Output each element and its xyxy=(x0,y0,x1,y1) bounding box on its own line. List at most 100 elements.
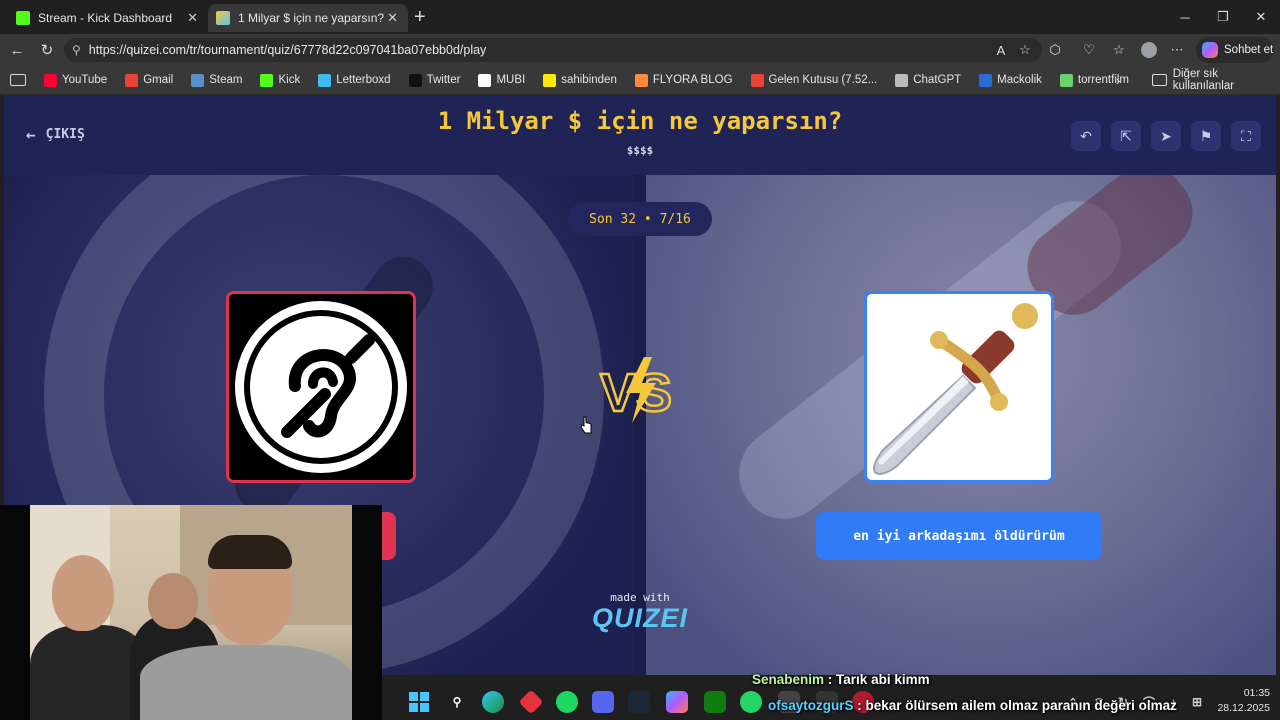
share-button[interactable]: ⇱ xyxy=(1111,121,1141,151)
hearing-impaired-icon xyxy=(229,294,413,480)
right-option-card[interactable] xyxy=(864,291,1054,483)
dagger-icon xyxy=(867,294,1051,480)
read-aloud-icon[interactable]: A xyxy=(990,40,1012,60)
reload-icon[interactable]: ↻ xyxy=(36,40,58,60)
bookmark-item[interactable]: ChatGPT xyxy=(895,73,961,87)
bookmark-item[interactable]: Gmail xyxy=(125,73,173,87)
bookmark-label: Mackolik xyxy=(997,74,1042,86)
browser-essentials-icon[interactable]: ♡ xyxy=(1078,40,1100,60)
discord-icon[interactable] xyxy=(592,691,614,713)
back-arrow-icon[interactable]: ← xyxy=(6,40,28,60)
left-option-card[interactable] xyxy=(226,291,416,483)
bookmark-favicon-icon xyxy=(318,73,332,87)
browser-tab-bar: Stream - Kick Dashboard ✕ 1 Milyar $ içi… xyxy=(0,0,1280,34)
quiz-header: ← ÇIKIŞ 1 Milyar $ için ne yaparsın? $$$… xyxy=(4,95,1276,175)
bookmark-item[interactable]: YouTube xyxy=(44,73,108,87)
collections-icon[interactable]: ☆ xyxy=(1108,40,1130,60)
report-button[interactable]: ⚑ xyxy=(1191,121,1221,151)
bookmark-item[interactable]: MUBI xyxy=(478,73,525,87)
edge-icon[interactable] xyxy=(482,691,504,713)
close-icon[interactable]: ✕ xyxy=(187,10,198,26)
other-bookmarks-label: Diğer sık kullanılanlar xyxy=(1172,68,1235,92)
new-tab-button[interactable]: + xyxy=(414,6,426,29)
bookmark-favicon-icon xyxy=(408,73,422,87)
share-icon: ⇱ xyxy=(1120,127,1132,144)
round-indicator: Son 32 • 7/16 xyxy=(568,202,712,236)
bookmark-label: Letterboxd xyxy=(336,74,391,86)
windows-start-icon[interactable] xyxy=(408,691,430,713)
copilot-icon xyxy=(1202,42,1218,58)
bookmarks-bar: YouTube Gmail Steam Kick Letterboxd Twitter MU… xyxy=(0,66,1280,95)
clock-date: 28.12.2025 xyxy=(1217,702,1270,714)
bookmark-favicon-icon xyxy=(44,73,57,87)
bookmark-item[interactable]: sahibinden xyxy=(543,73,617,87)
chat-username: ofsaytozgurS xyxy=(768,698,854,713)
right-option-button[interactable]: en iyi arkadaşımı öldürürüm xyxy=(816,512,1102,560)
send-icon: ➤ xyxy=(1160,127,1172,144)
copilot-app-icon[interactable] xyxy=(666,691,688,713)
send-button[interactable]: ➤ xyxy=(1151,121,1181,151)
window-close-icon[interactable]: ✕ xyxy=(1242,0,1280,34)
tab-title: Stream - Kick Dashboard xyxy=(38,11,173,25)
extensions-icon[interactable]: ⬡ xyxy=(1044,40,1066,60)
bookmark-label: Steam xyxy=(209,74,243,86)
folder-icon xyxy=(1152,74,1167,86)
address-bar[interactable]: ⚲ https://quizei.com/tr/tournament/quiz/… xyxy=(64,38,1042,62)
profile-avatar[interactable] xyxy=(1138,40,1160,60)
browser-toolbar: ← ↻ ⚲ https://quizei.com/tr/tournament/q… xyxy=(0,34,1280,66)
more-menu-icon[interactable]: ⋯ xyxy=(1166,40,1188,60)
window-controls: ─ ❐ ✕ xyxy=(1166,0,1280,34)
bookmark-list: YouTube Gmail Steam Kick Letterboxd Twitter MU… xyxy=(44,73,1147,87)
tab-title: 1 Milyar $ için ne yaparsın? - Tier L xyxy=(238,11,388,25)
undo-button[interactable]: ↶ xyxy=(1071,121,1101,151)
bookmark-item[interactable]: Letterboxd xyxy=(318,73,391,87)
xbox-icon[interactable] xyxy=(704,691,726,713)
restore-icon[interactable]: ❐ xyxy=(1204,0,1242,34)
fullscreen-button[interactable]: ⛶ xyxy=(1231,121,1261,151)
person-left-head xyxy=(52,555,114,631)
person-right-body xyxy=(140,645,352,720)
whatsapp-icon[interactable] xyxy=(740,691,762,713)
bookmark-favicon-icon xyxy=(1059,73,1073,87)
minimize-icon[interactable]: ─ xyxy=(1166,0,1204,34)
bookmark-label: YouTube xyxy=(62,74,108,86)
site-info-icon[interactable]: ⚲ xyxy=(72,43,81,57)
search-icon[interactable]: ⚲ xyxy=(446,691,468,713)
other-bookmarks[interactable]: Diğer sık kullanılanlar xyxy=(1152,68,1280,92)
bookmark-item[interactable]: Kick xyxy=(260,73,301,87)
bookmark-favicon-icon xyxy=(260,73,274,87)
copilot-button[interactable]: Sohbet et xyxy=(1196,37,1274,63)
chat-text: Tarık abi kimm xyxy=(836,672,930,687)
app-red-icon[interactable] xyxy=(518,689,544,715)
steam-icon[interactable] xyxy=(628,691,650,713)
chevron-right-icon[interactable]: › xyxy=(1116,73,1120,88)
versus-icon: VS xyxy=(599,357,673,424)
system-clock[interactable]: 01:35 28.12.2025 xyxy=(1210,686,1270,716)
webcam-overlay xyxy=(0,505,382,720)
spotify-icon[interactable] xyxy=(556,691,578,713)
bookmark-favicon-icon xyxy=(979,73,993,87)
tab-actions-icon[interactable] xyxy=(10,74,26,86)
chat-message: Senabenim : Tarık abi kimm xyxy=(752,672,930,687)
favorite-star-icon[interactable]: ☆ xyxy=(1014,40,1036,60)
flag-icon: ⚑ xyxy=(1199,127,1213,144)
bookmark-item[interactable]: Steam xyxy=(191,73,243,87)
bookmark-favicon-icon xyxy=(750,73,764,87)
bookmark-item[interactable]: Gelen Kutusu (7.52... xyxy=(750,73,878,87)
bookmark-item[interactable]: FLYORA BLOG xyxy=(634,73,733,87)
controller-icon[interactable]: ⊞ xyxy=(1186,691,1208,713)
bookmark-favicon-icon xyxy=(634,73,648,87)
bookmark-favicon-icon xyxy=(191,73,205,87)
bookmark-item[interactable]: Twitter xyxy=(408,73,460,87)
close-icon[interactable]: ✕ xyxy=(387,10,398,26)
person-right-hair xyxy=(208,535,292,569)
bookmark-label: Kick xyxy=(278,74,301,86)
webcam-scene xyxy=(30,505,352,720)
bookmark-label: Gelen Kutusu (7.52... xyxy=(768,74,878,86)
undo-icon: ↶ xyxy=(1080,127,1092,144)
chat-username: Senabenim xyxy=(752,672,825,687)
fullscreen-icon: ⛶ xyxy=(1241,127,1251,144)
bookmark-item[interactable]: Mackolik xyxy=(979,73,1042,87)
tab-quizei[interactable]: 1 Milyar $ için ne yaparsın? - Tier L ✕ xyxy=(208,4,408,32)
tab-kick-dashboard[interactable]: Stream - Kick Dashboard ✕ xyxy=(8,4,208,32)
